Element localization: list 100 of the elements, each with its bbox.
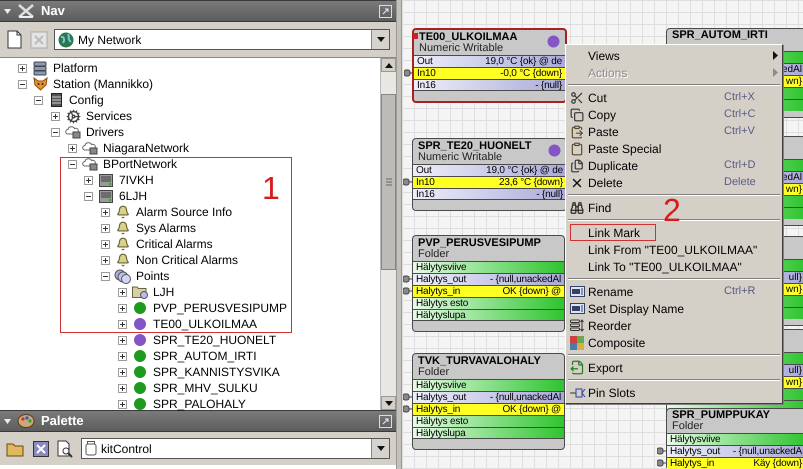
slot-name: Out bbox=[417, 56, 433, 67]
tree-item[interactable]: Drivers bbox=[86, 123, 124, 141]
slot-row[interactable]: Hälytyslupa bbox=[413, 309, 564, 321]
slot-name: In10 bbox=[417, 68, 436, 79]
tree-item[interactable]: SPR_KANNISTYSVIKA bbox=[153, 363, 280, 381]
slot-value: 19,0 °C {ok} @ de bbox=[486, 165, 563, 176]
slot-name: Halytys_in bbox=[670, 458, 714, 469]
block-type: Folder bbox=[672, 421, 704, 432]
slot-value: - {null} bbox=[535, 80, 562, 90]
slot-row[interactable]: Hälytyslupa bbox=[413, 427, 564, 439]
location-combo[interactable]: My Network bbox=[54, 29, 390, 50]
tree-item[interactable]: Config bbox=[69, 91, 104, 109]
menu-item[interactable]: Find bbox=[566, 199, 658, 216]
slot-name: Halytys_in bbox=[416, 404, 460, 415]
slot-value: -0,0 °C {down} bbox=[500, 68, 562, 79]
slot-value: 23,6 °C {down} bbox=[498, 177, 563, 188]
tree-item[interactable]: SPR_MHV_SULKU bbox=[153, 379, 258, 397]
combo-value: kitControl bbox=[101, 440, 153, 458]
slot-value: - {null,unackedAl bbox=[490, 392, 561, 403]
block-title: TE00_ULKOILMAA bbox=[419, 31, 518, 43]
pane-title: Nav bbox=[41, 2, 65, 20]
menu-item[interactable]: Delete Delete bbox=[566, 174, 782, 191]
menu-item[interactable]: Duplicate Ctrl+D bbox=[566, 157, 782, 174]
block-title: SPR_AUTOM_IRTI bbox=[672, 29, 769, 41]
slot-name: Hälytysviive bbox=[416, 380, 466, 391]
menu-item[interactable]: Paste Special bbox=[566, 140, 664, 157]
block-type: Numeric Writable bbox=[419, 43, 504, 54]
menu-item[interactable]: Copy Ctrl+C bbox=[566, 106, 782, 123]
block-type: Folder bbox=[418, 367, 450, 378]
tree-item[interactable]: 7IVKH bbox=[119, 171, 154, 189]
slot-row[interactable]: Hälytys esto bbox=[413, 415, 564, 427]
menu-item[interactable]: Paste Ctrl+V bbox=[566, 123, 782, 140]
tree-item[interactable]: Critical Alarms bbox=[136, 235, 213, 253]
slot-name: Halytys_in bbox=[416, 286, 460, 297]
tree-item[interactable]: Station (Mannikko) bbox=[53, 75, 154, 93]
menu-item[interactable]: Pin Slots bbox=[566, 384, 658, 401]
slot-name: Hälytys esto bbox=[416, 416, 468, 427]
slot-value: wn} bbox=[786, 184, 802, 195]
menu-item[interactable]: Link Mark bbox=[566, 224, 658, 241]
slot-value: - {null} bbox=[536, 188, 563, 200]
tree-item[interactable]: Sys Alarms bbox=[136, 219, 196, 237]
menu-item[interactable]: Link From "TE00_ULKOILMAA" bbox=[566, 241, 760, 258]
tree-item[interactable]: TE00_ULKOILMAA bbox=[153, 315, 258, 333]
slot-name: Hälytyslupa bbox=[416, 310, 466, 320]
tree-item[interactable]: Alarm Source Info bbox=[136, 203, 232, 221]
slot-row[interactable]: Hälytysviive bbox=[413, 379, 564, 391]
block-type: Numeric Writable bbox=[418, 152, 504, 163]
slot-name: In10 bbox=[416, 177, 435, 188]
menu-item[interactable]: Cut Ctrl+X bbox=[566, 89, 782, 106]
slot-row[interactable]: Out 19,0 °C {ok} @ de bbox=[413, 164, 566, 176]
annotation-number: 2 bbox=[663, 193, 681, 227]
tree-item[interactable]: Points bbox=[136, 267, 170, 285]
slot-value: OK {down} @ bbox=[502, 404, 561, 415]
slot-value: ull} bbox=[788, 365, 802, 376]
slot-name: Hälytyslupa bbox=[416, 428, 466, 438]
tree-item[interactable]: BPortNetwork bbox=[103, 155, 178, 173]
menu-item[interactable]: Rename Ctrl+R bbox=[566, 283, 782, 300]
block-title: SPR_TE20_HUONELT bbox=[418, 140, 532, 152]
slot-row[interactable]: Hälytysviive bbox=[413, 261, 564, 273]
tree-item[interactable]: PVP_PERUSVESIPUMP bbox=[153, 299, 288, 317]
slot-value: OK {down} @ bbox=[502, 286, 561, 297]
block-title: TVK_TURVAVALOHALY bbox=[418, 355, 541, 367]
annotation-number: 1 bbox=[262, 171, 280, 205]
slot-name: In16 bbox=[417, 80, 436, 90]
tree-item[interactable]: LJH bbox=[153, 283, 174, 301]
tree-item[interactable]: SPR_AUTOM_IRTI bbox=[153, 347, 257, 365]
menu-item[interactable]: Set Display Name bbox=[566, 300, 686, 317]
slot-value: - {null,unackedAl bbox=[490, 274, 561, 285]
menu-item[interactable]: Link To "TE00_ULKOILMAA" bbox=[566, 258, 744, 275]
tree-item[interactable]: NiagaraNetwork bbox=[103, 139, 190, 157]
tree-item[interactable]: Platform bbox=[53, 59, 98, 77]
slot-value: wn} bbox=[786, 284, 802, 295]
block-title: SPR_PUMPPUKAY bbox=[672, 409, 770, 421]
menu-item[interactable]: Views bbox=[566, 47, 782, 64]
tree-item[interactable]: 6LJH bbox=[119, 187, 148, 205]
menu-item[interactable]: Composite bbox=[566, 334, 658, 351]
slot-name: Hälytysviive bbox=[416, 262, 466, 273]
slot-row[interactable]: In16 - {null} bbox=[413, 188, 566, 200]
menu-item[interactable]: Export bbox=[566, 359, 658, 376]
slot-name: Hälytysviive bbox=[670, 434, 720, 445]
slot-value: - {null,unackedA bbox=[732, 446, 802, 457]
tree-item[interactable]: SPR_PALOHALY bbox=[153, 395, 246, 413]
menu-item[interactable]: Reorder bbox=[566, 317, 658, 334]
slot-row[interactable]: Hälytys esto bbox=[413, 297, 564, 309]
slot-row[interactable]: In16 - {null} bbox=[414, 79, 565, 91]
combo-value: My Network bbox=[78, 32, 142, 48]
module-combo[interactable]: kitControl bbox=[81, 438, 390, 459]
slot-name: Halytys_out bbox=[416, 392, 466, 403]
tree-item[interactable]: Services bbox=[86, 107, 132, 125]
slot-value: wn} bbox=[786, 377, 802, 388]
block-type: Folder bbox=[418, 249, 450, 260]
slot-row[interactable]: Out 19,0 °C {ok} @ de bbox=[414, 55, 565, 67]
tree-item[interactable]: SPR_TE20_HUONELT bbox=[153, 331, 276, 349]
slot-name: Out bbox=[416, 165, 432, 176]
slot-name: Hälytys esto bbox=[416, 298, 468, 309]
slot-name: Halytys_out bbox=[670, 446, 720, 457]
slot-value: ull} bbox=[788, 272, 802, 283]
slot-row[interactable]: Hälytysviive bbox=[667, 433, 803, 445]
tree-item[interactable]: Non Critical Alarms bbox=[136, 251, 238, 269]
slot-name: In16 bbox=[416, 188, 435, 200]
